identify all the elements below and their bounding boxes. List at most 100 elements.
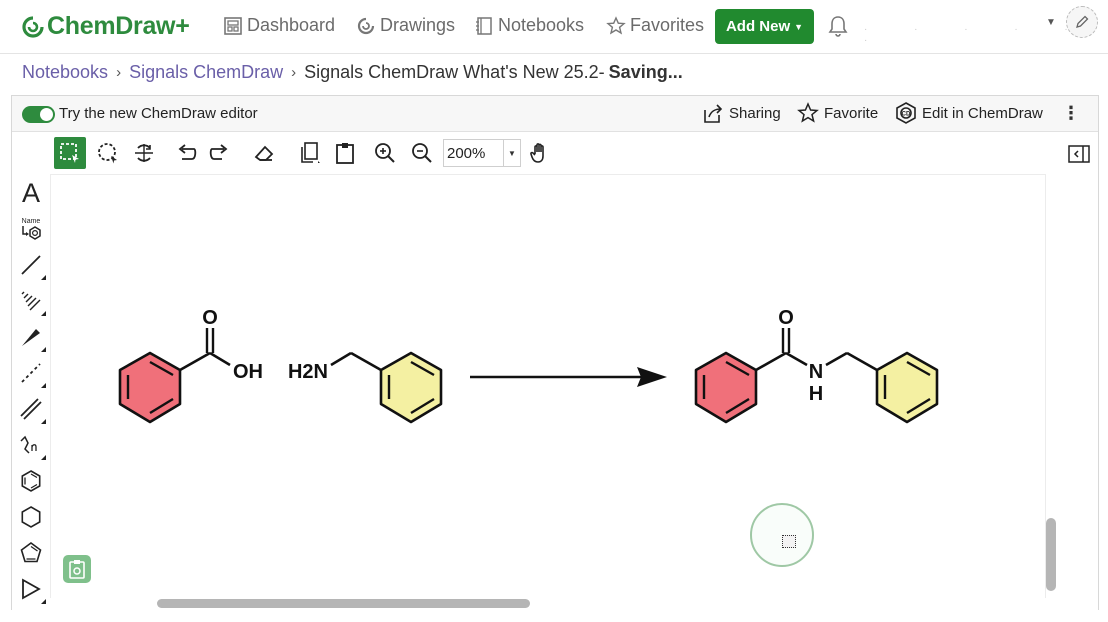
redo-icon: [209, 144, 228, 160]
hashed-wedge-bond-icon: [21, 291, 41, 311]
undo-icon: [178, 144, 197, 160]
double-bond-tool[interactable]: [16, 392, 46, 426]
notebook-icon: [476, 16, 492, 35]
side-panel-toggle-button[interactable]: [1068, 144, 1090, 169]
nav-drawings[interactable]: Drawings: [356, 15, 455, 36]
eraser-button[interactable]: [248, 137, 280, 169]
single-bond-tool[interactable]: [16, 248, 46, 282]
bell-icon: [828, 16, 848, 37]
panel-collapse-icon: [1068, 145, 1090, 163]
arrow-tool[interactable]: [16, 572, 46, 606]
paste-icon: [336, 143, 354, 164]
nav-notebooks-label: Notebooks: [498, 15, 585, 35]
text-tool-button[interactable]: A: [16, 176, 46, 210]
zoom-level-select[interactable]: 200% ▼: [443, 139, 521, 167]
nav-notebooks[interactable]: Notebooks: [474, 15, 584, 36]
sharing-label: Sharing: [729, 104, 781, 122]
rotate-icon: [135, 144, 153, 162]
add-new-button[interactable]: Add New ▼: [715, 9, 814, 44]
redo-button[interactable]: [204, 137, 236, 169]
breadcrumb-notebooks[interactable]: Notebooks: [22, 62, 108, 83]
edit-in-chemdraw-label: Edit in ChemDraw: [922, 104, 1043, 122]
share-icon: [704, 104, 723, 123]
copy-button[interactable]: [294, 137, 326, 169]
nav-dashboard[interactable]: Dashboard: [223, 15, 335, 36]
sharing-button[interactable]: Sharing: [702, 102, 781, 124]
text-tool-icon: A: [21, 177, 40, 208]
vertical-scrollbar[interactable]: [1046, 518, 1056, 591]
cyclopentadiene-icon: [20, 542, 42, 563]
marquee-select-icon: [60, 143, 79, 163]
benzene-ring-tool[interactable]: [16, 464, 46, 498]
horizontal-scrollbar[interactable]: [157, 599, 530, 608]
dashed-bond-tool[interactable]: [16, 356, 46, 390]
amide-product-molecule[interactable]: O N H: [694, 307, 939, 424]
pan-hand-button[interactable]: [524, 137, 556, 169]
double-bond-icon: [20, 398, 42, 420]
paste-button[interactable]: [329, 137, 361, 169]
chemdraw-logo-icon: [22, 15, 44, 38]
brand-logo[interactable]: ChemDraw+: [22, 12, 190, 41]
benzylamine-molecule[interactable]: H2N: [288, 351, 443, 424]
chemdraw-desktop-icon: CD: [896, 102, 916, 124]
dashed-bond-icon: [21, 363, 41, 383]
new-editor-toggle-label: Try the new ChemDraw editor: [59, 105, 258, 122]
cyclohexane-ring-tool[interactable]: [16, 500, 46, 534]
atom-label-hydrogen: H: [809, 383, 823, 405]
star-outline-icon: [797, 102, 819, 123]
chain-tool[interactable]: [16, 428, 46, 462]
single-bond-icon: [21, 255, 41, 275]
atom-label-amine: H2N: [288, 361, 328, 383]
favorite-button[interactable]: Favorite: [797, 102, 878, 124]
lasso-select-button[interactable]: [92, 137, 124, 169]
breadcrumb-separator-icon: ›: [291, 64, 297, 81]
hashed-wedge-bond-tool[interactable]: [16, 284, 46, 318]
rotate-button[interactable]: [128, 137, 160, 169]
drawing-toolbar: 200% ▼: [12, 133, 1098, 173]
undo-button[interactable]: [170, 137, 202, 169]
reaction-scheme: O OH H2N O N H: [118, 307, 939, 424]
new-editor-toggle[interactable]: [22, 106, 55, 123]
cursor-icon: [782, 535, 796, 548]
top-navigation: ChemDraw+ Dashboard Drawings Notebooks F…: [0, 0, 1108, 54]
cyclopentadiene-ring-tool[interactable]: [16, 536, 46, 570]
nav-favorites-label: Favorites: [630, 15, 705, 35]
zoom-level-value: 200%: [447, 144, 486, 162]
submenu-indicator-icon: [41, 275, 46, 280]
save-status: Saving...: [608, 62, 683, 82]
breadcrumb-separator-icon: ›: [116, 64, 122, 81]
structure-tool-palette: A Name: [12, 174, 50, 611]
drawings-icon: [357, 17, 375, 34]
zoom-out-button[interactable]: [406, 137, 438, 169]
user-menu-caret-icon[interactable]: ▼: [1046, 17, 1056, 28]
zoom-out-icon: [412, 143, 432, 163]
edit-in-chemdraw-button[interactable]: CD Edit in ChemDraw: [895, 102, 1043, 124]
eraser-icon: [254, 145, 274, 161]
name-to-structure-button[interactable]: Name: [16, 212, 46, 246]
submenu-indicator-icon: [41, 599, 46, 604]
drawing-canvas[interactable]: O OH H2N O N H: [50, 174, 1046, 598]
benzoic-acid-molecule[interactable]: O OH: [118, 307, 263, 424]
nav-favorites[interactable]: Favorites: [606, 15, 704, 36]
more-options-icon[interactable]: ⋮: [1062, 104, 1080, 122]
reaction-arrow[interactable]: [470, 367, 667, 387]
page-title: Signals ChemDraw What's New 25.2-: [304, 62, 605, 82]
chevron-down-icon: ▼: [503, 140, 520, 166]
breadcrumb-signals-chemdraw[interactable]: Signals ChemDraw: [129, 62, 283, 83]
submenu-indicator-icon: [41, 455, 46, 460]
snapshot-button[interactable]: [63, 555, 91, 583]
submenu-indicator-icon: [41, 419, 46, 424]
wedge-bond-tool[interactable]: [16, 320, 46, 354]
chemdraw-editor: Try the new ChemDraw editor Sharing Favo…: [11, 95, 1099, 610]
hand-pan-icon: [530, 143, 544, 163]
notifications-button[interactable]: [826, 14, 850, 43]
add-new-label: Add New: [725, 18, 791, 35]
user-avatar[interactable]: [1066, 6, 1098, 38]
benzene-icon: [21, 470, 41, 492]
marquee-select-button[interactable]: [54, 137, 86, 169]
submenu-indicator-icon: [41, 311, 46, 316]
zoom-in-button[interactable]: [369, 137, 401, 169]
lasso-select-icon: [98, 143, 117, 164]
favorite-label: Favorite: [824, 104, 879, 122]
atom-label-hydroxyl: OH: [233, 361, 263, 383]
